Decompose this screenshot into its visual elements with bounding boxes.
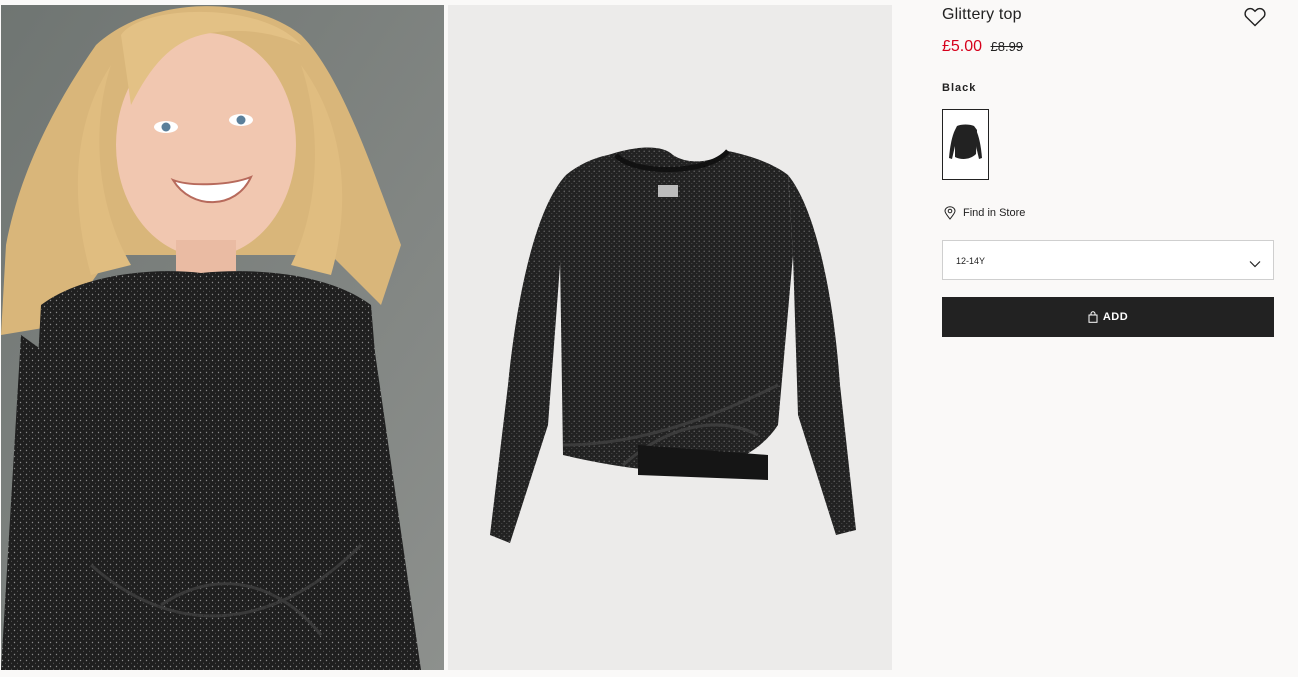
model-photo-illustration [1,5,444,670]
heart-icon[interactable] [1244,7,1266,27]
chevron-down-icon [1249,255,1261,273]
add-button-label: ADD [1102,311,1129,323]
color-swatch-black[interactable] [942,109,989,180]
swatch-thumbnail [947,114,984,175]
shopping-bag-icon [1088,311,1098,323]
product-title: Glittery top [942,6,1022,23]
product-image-flatlay[interactable] [448,5,892,670]
map-pin-icon [944,206,956,220]
sale-price: £5.00 [942,38,983,55]
selected-size: 12-14Y [956,256,986,266]
top-flatlay-illustration [448,5,892,670]
original-price: £8.99 [990,39,1024,54]
add-to-bag-button[interactable]: ADD [942,297,1274,337]
price-row: £5.00 £8.99 [942,38,1023,56]
find-in-store-label: Find in Store [963,207,1026,219]
product-page: Glittery top £5.00 £8.99 Black Find in S… [0,0,1298,677]
find-in-store-link[interactable]: Find in Store [944,206,1025,220]
color-name: Black [942,82,977,94]
product-image-model[interactable] [1,5,444,670]
size-dropdown[interactable]: 12-14Y [942,240,1274,280]
